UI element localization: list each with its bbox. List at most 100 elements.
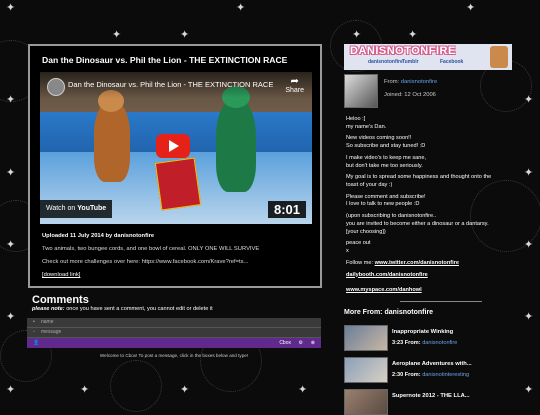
cbox-welcome-message: Welcome to Cbox! To post a message, clic… (99, 353, 249, 358)
dailybooth-line: dailybooth.com/danisnotonfire (346, 272, 514, 280)
note-text: once you have sent a comment, you cannot… (64, 306, 213, 312)
from-label: From: (384, 79, 400, 85)
related-video-title[interactable]: Inappropriate Winking (392, 329, 453, 335)
butterfly-icon: ✦ (6, 311, 16, 323)
bio-paragraph: New videos coming soon!! So subscribe an… (346, 135, 426, 150)
related-video-item[interactable]: Inappropriate Winking 3:23 From: danisno… (344, 325, 514, 351)
butterfly-icon: ✦ (180, 29, 190, 41)
follow-line: Follow me: www.twitter.com/danisnotonfir… (346, 260, 514, 268)
butterfly-icon: ✦ (298, 384, 308, 396)
watch-on-youtube-button[interactable]: Watch on YouTube (40, 200, 113, 218)
related-video-title[interactable]: Supernote 2012 - THE LLA... (392, 393, 470, 399)
related-video-channel[interactable]: danisnotonfire (422, 340, 457, 346)
video-panel: Dan the Dinosaur vs. Phil the Lion - THE… (28, 44, 322, 288)
related-video-time: 3:23 (392, 340, 404, 346)
related-video-from-label: From: (404, 340, 421, 346)
bio-paragraph: peace out x (346, 240, 371, 255)
share-label: Share (285, 87, 304, 94)
related-video-title[interactable]: Aeroplane Adventures with... (392, 361, 472, 367)
download-link[interactable]: [download link] (42, 272, 80, 278)
butterfly-icon: ✦ (466, 2, 476, 14)
dailybooth-link[interactable]: dailybooth.com/danisnotonfire (346, 272, 428, 278)
user-icon[interactable]: 👤 (33, 338, 39, 348)
name-field[interactable]: • name (27, 318, 321, 328)
banner-link-youtube[interactable]: danisnotonfire (368, 59, 403, 65)
description-text: Two animals, two bungee cords, and one b… (42, 245, 260, 252)
cbox-toolbar: 👤 Cbox ⚙ ⊗ (27, 338, 321, 348)
follow-label: Follow me: (346, 259, 375, 266)
profile-bio: Heloo :] my name's Dan. New videos comin… (346, 116, 514, 299)
profile-joined: Joined: 12 Oct 2006 (384, 92, 436, 98)
butterfly-icon: ✦ (408, 29, 418, 41)
watch-on-label: Watch on (46, 205, 76, 212)
name-placeholder: name (41, 319, 54, 325)
gear-icon[interactable]: ⚙ (299, 338, 303, 348)
related-video-item[interactable]: Supernote 2012 - THE LLA... (344, 389, 514, 415)
butterfly-icon: ✦ (80, 384, 90, 396)
from-channel-link[interactable]: danisnotonfire (401, 79, 437, 85)
video-duration: 8:01 (267, 201, 306, 218)
related-video-thumbnail[interactable] (344, 357, 388, 383)
banner-avatar (490, 46, 508, 68)
more-from-heading: More From: danisnotonfire (344, 309, 434, 316)
bio-paragraph: (upon subscribing to danisnotonfire.. yo… (346, 213, 489, 235)
share-button[interactable]: ➦ Share (285, 76, 304, 94)
upload-info: Uploaded 11 July 2014 by danisnotonfire (42, 233, 155, 239)
message-field[interactable]: ▫ message (27, 328, 321, 338)
butterfly-icon: ✦ (524, 239, 534, 251)
cbox-label[interactable]: Cbox (279, 338, 291, 348)
related-video-thumbnail[interactable] (344, 325, 388, 351)
butterfly-icon: ✦ (6, 384, 16, 396)
butterfly-icon: ✦ (112, 29, 122, 41)
twitter-link[interactable]: www.twitter.com/danisnotonfire (375, 260, 459, 266)
cbox-widget: • name ▫ message 👤 Cbox ⚙ ⊗ (27, 318, 321, 348)
comments-note: please note: once you have sent a commen… (32, 306, 213, 312)
video-thumbnail-figure (94, 102, 130, 182)
comments-heading: Comments (32, 294, 89, 306)
video-thumbnail-figure (216, 100, 256, 192)
play-button[interactable] (156, 134, 190, 158)
butterfly-icon: ✦ (524, 94, 534, 106)
more-challenges-text: Check out more challenges over here: htt… (42, 258, 249, 265)
share-icon: ➦ (290, 76, 299, 87)
related-video-channel[interactable]: danisnotinteresting (422, 372, 469, 378)
butterfly-icon: ✦ (6, 94, 16, 106)
butterfly-icon: ✦ (524, 167, 534, 179)
avatar[interactable] (344, 74, 378, 108)
related-video-meta: 2:30 From: danisnotinteresting (392, 372, 469, 378)
related-video-item[interactable]: Aeroplane Adventures with... 2:30 From: … (344, 357, 514, 383)
bio-paragraph: My goal is to spread some happiness and … (346, 174, 492, 189)
myspace-line: www.myspace.com/danhowl (346, 287, 514, 295)
banner-link-tumblr[interactable]: Tumblr (402, 59, 419, 65)
player-title[interactable]: Dan the Dinosaur vs. Phil the Lion - THE… (68, 80, 273, 89)
related-video-time: 2:30 (392, 372, 404, 378)
related-video-thumbnail[interactable] (344, 389, 388, 415)
message-placeholder: message (41, 329, 62, 335)
banner-link-facebook[interactable]: Facebook (440, 59, 463, 65)
video-description: Uploaded 11 July 2014 by danisnotonfire … (42, 232, 314, 284)
butterfly-icon: ✦ (6, 167, 16, 179)
close-icon[interactable]: ⊗ (311, 338, 315, 348)
bio-paragraph: Heloo :] my name's Dan. (346, 116, 387, 130)
butterfly-icon: ✦ (6, 2, 16, 14)
butterfly-icon: ✦ (236, 2, 246, 14)
related-video-from-label: From: (404, 372, 421, 378)
butterfly-icon: ✦ (524, 384, 534, 396)
butterfly-icon: ✦ (6, 239, 16, 251)
note-label: please note: (32, 306, 65, 312)
related-video-meta: 3:23 From: danisnotonfire (392, 340, 457, 346)
butterfly-icon: ✦ (524, 311, 534, 323)
video-title: Dan the Dinosaur vs. Phil the Lion - THE… (42, 55, 288, 65)
profile-from: From: danisnotonfire (384, 79, 437, 85)
bio-paragraph: I make video's to keep me sane, but don'… (346, 154, 427, 169)
myspace-link[interactable]: www.myspace.com/danhowl (346, 287, 422, 293)
bio-paragraph: Please comment and subscribe! I love to … (346, 193, 426, 208)
butterfly-icon: ✦ (180, 384, 190, 396)
channel-banner: DANISNOTONFIRE danisnotonfire Tumblr Fac… (344, 44, 512, 70)
youtube-logo: YouTube (77, 205, 107, 212)
butterfly-icon: ✦ (352, 29, 362, 41)
channel-avatar[interactable] (47, 78, 65, 96)
message-icon: ▫ (33, 329, 35, 335)
banner-title: DANISNOTONFIRE (350, 45, 456, 57)
video-player[interactable]: Dan the Dinosaur vs. Phil the Lion - THE… (40, 72, 312, 224)
